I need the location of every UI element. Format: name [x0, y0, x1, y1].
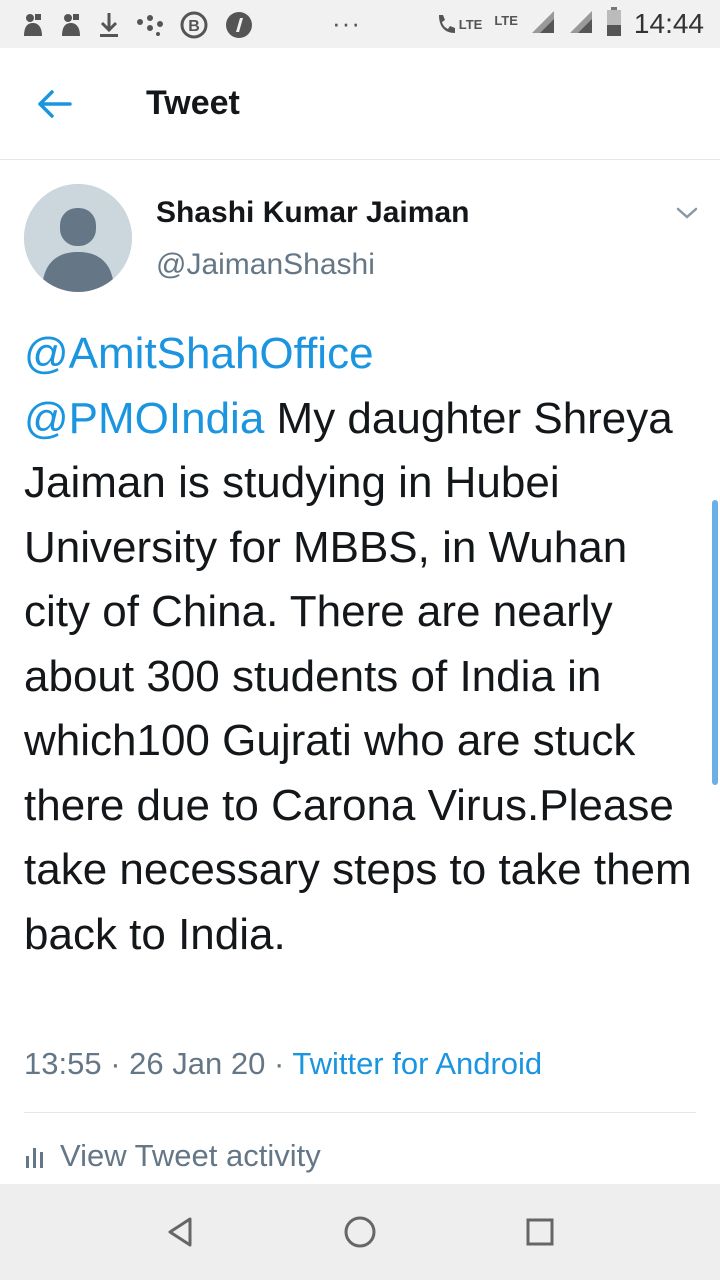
download-icon [98, 11, 120, 39]
bar-chart-icon [26, 1148, 43, 1168]
mention-link[interactable]: @PMOIndia [24, 394, 264, 443]
battery-icon [606, 6, 622, 42]
status-bar-notifications: B [22, 10, 254, 40]
avatar[interactable] [24, 184, 132, 292]
tweet-text: @AmitShahOffice @PMOIndia My daughter Shr… [24, 322, 704, 967]
circle-home-icon [344, 1216, 376, 1248]
notification-icon [22, 12, 44, 38]
dots-icon [136, 14, 164, 36]
svg-text:B: B [188, 18, 200, 35]
app-header: Tweet [0, 48, 720, 160]
b-icon: B [180, 11, 208, 39]
status-bar: B ··· LTE LTE 14:44 [0, 0, 720, 48]
network-type-1: LTE [458, 16, 483, 32]
meta-separator: · [273, 1046, 285, 1081]
status-bar-system: LTE LTE 14:44 [435, 6, 704, 42]
back-button[interactable] [34, 84, 74, 124]
apps-icon [224, 10, 254, 40]
network-type-2: LTE [494, 12, 518, 28]
scrollbar[interactable] [712, 500, 718, 785]
nav-back-button[interactable] [160, 1212, 200, 1252]
notification-icon [60, 12, 82, 38]
tweet-source-link[interactable]: Twitter for Android [292, 1046, 542, 1081]
author-name[interactable]: Shashi Kumar Jaiman [156, 196, 469, 230]
view-tweet-activity-label: View Tweet activity [60, 1138, 321, 1173]
mention-link[interactable]: @AmitShahOffice [24, 329, 374, 378]
nav-recents-button[interactable] [520, 1212, 560, 1252]
triangle-back-icon [168, 1217, 192, 1247]
call-icon: LTE [435, 11, 483, 37]
square-recents-icon [526, 1218, 554, 1246]
tweet-meta: 13:55 · 26 Jan 20 · Twitter for Android [24, 1046, 542, 1082]
overflow-indicator: ··· [332, 8, 361, 38]
status-time: 14:44 [633, 8, 704, 39]
page-title: Tweet [146, 84, 240, 122]
signal-icon [568, 9, 594, 40]
meta-separator: · [110, 1046, 121, 1081]
default-avatar-icon [24, 184, 132, 292]
tweet-date: 26 Jan 20 [129, 1046, 266, 1081]
nav-home-button[interactable] [340, 1212, 380, 1252]
navigation-bar [0, 1184, 720, 1280]
view-tweet-activity-button[interactable]: View Tweet activity [24, 1138, 321, 1174]
arrow-left-icon [38, 90, 72, 118]
signal-icon [530, 9, 556, 40]
tweet-time: 13:55 [24, 1046, 102, 1081]
tweet-options-button[interactable] [670, 198, 704, 228]
divider [24, 1112, 696, 1113]
author-handle[interactable]: @JaimanShashi [156, 248, 375, 282]
chevron-down-icon [676, 207, 698, 219]
tweet-body: My daughter Shreya Jaiman is studying in… [24, 393, 692, 959]
